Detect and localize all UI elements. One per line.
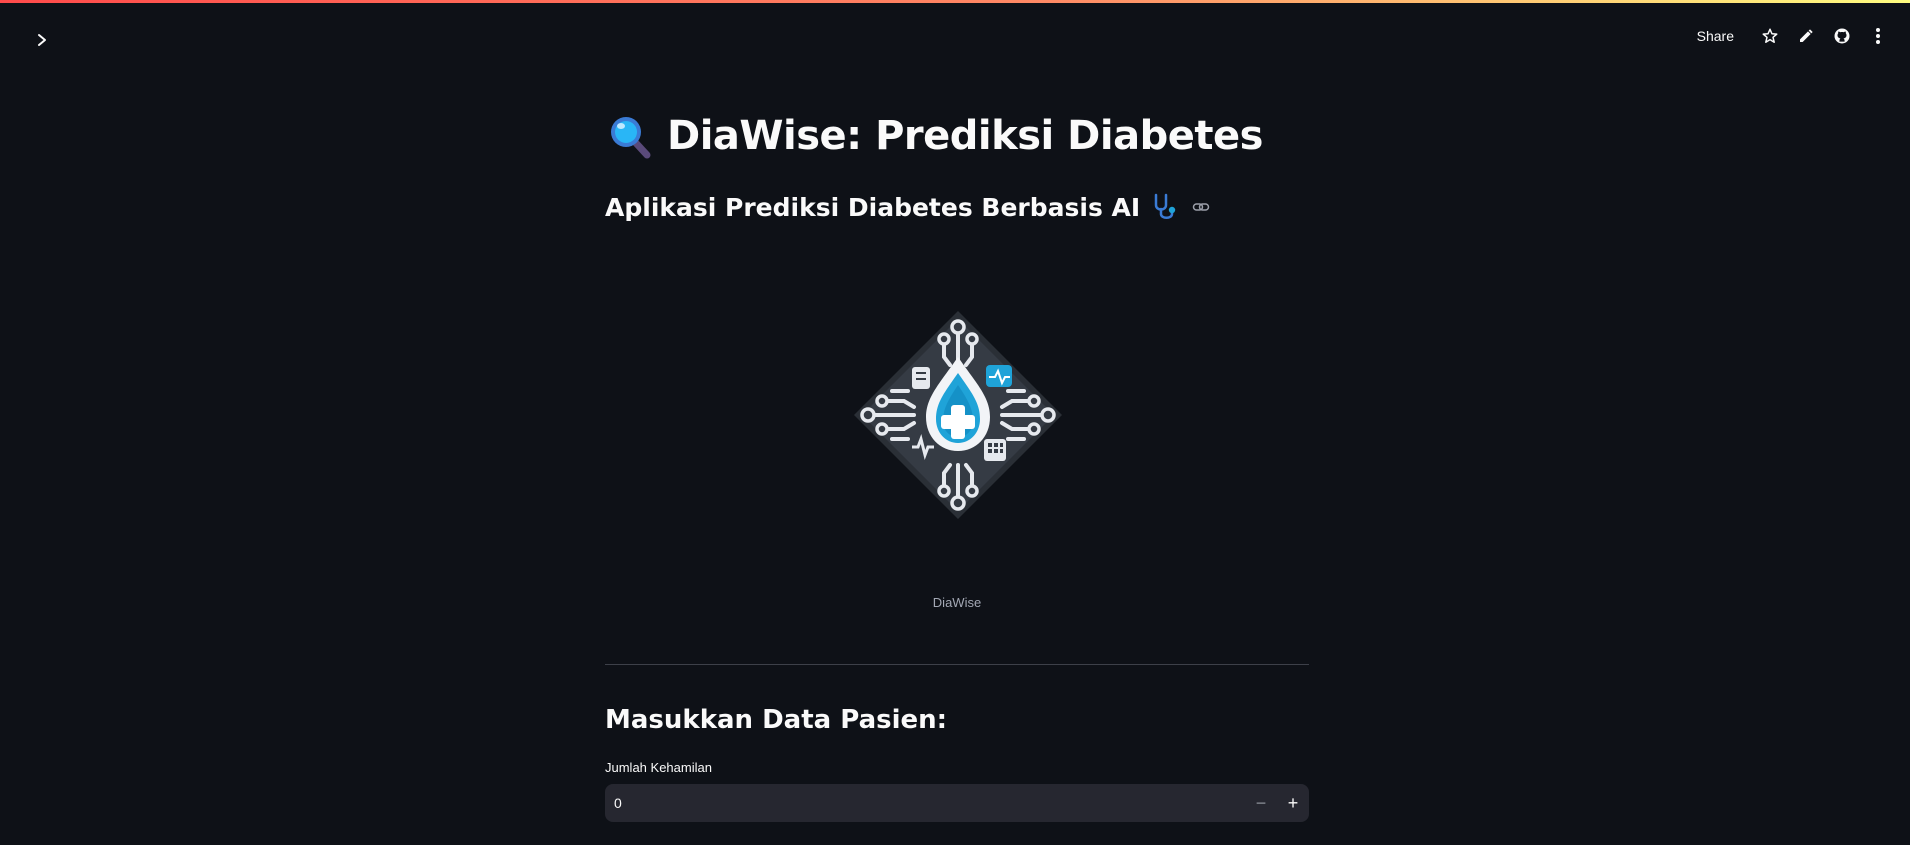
magnifying-glass-icon [611,117,651,159]
edit-button[interactable] [1788,22,1824,50]
logo-caption: DiaWise [932,595,982,610]
increment-button[interactable]: + [1277,784,1309,822]
sidebar-toggle-button[interactable] [30,28,54,52]
github-icon [1834,28,1850,44]
pregnancies-value-input[interactable]: 0 [605,795,1245,811]
share-button[interactable]: Share [1687,24,1744,48]
main-menu-button[interactable] [1860,22,1896,50]
pregnancies-label: Jumlah Kehamilan [605,760,712,775]
page-title: DiaWise: Prediksi Diabetes [605,112,1263,160]
anchor-link-button[interactable] [1190,198,1210,216]
section-title: Masukkan Data Pasien: [605,705,948,735]
chevron-right-icon [38,34,46,46]
diawise-logo-image [854,311,1062,519]
section-divider [605,664,1309,665]
pregnancies-number-input: 0 − + [605,784,1309,822]
star-button[interactable] [1752,22,1788,50]
top-accent-bar [0,0,1910,3]
title-text: DiaWise: Prediksi Diabetes [667,113,1263,159]
subtitle-text: Aplikasi Prediksi Diabetes Berbasis AI [605,192,1141,222]
subtitle: Aplikasi Prediksi Diabetes Berbasis AI [605,192,1210,222]
edit-icon [1800,29,1813,42]
more-vertical-icon [1876,28,1880,44]
decrement-button[interactable]: − [1245,784,1277,822]
diawise-logo [848,305,1068,525]
link-icon [1192,203,1210,211]
header-actions: Share [1687,22,1896,50]
stethoscope-icon [1154,193,1176,219]
github-button[interactable] [1824,22,1860,50]
star-icon [1762,28,1778,43]
